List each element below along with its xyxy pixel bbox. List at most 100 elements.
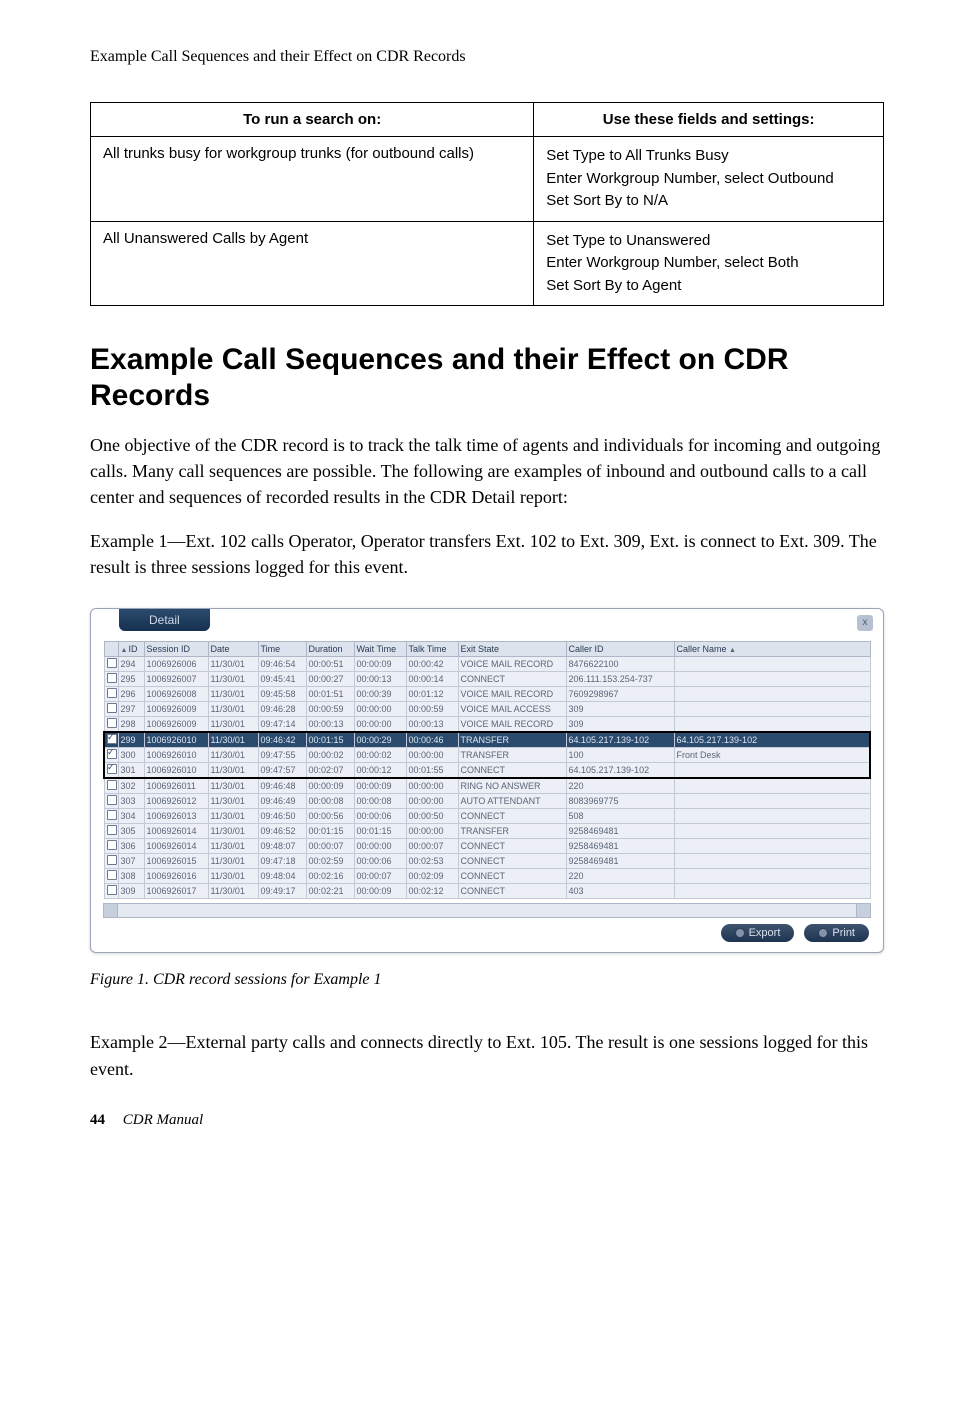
grid-header-row: ▲ID Session ID Date Time Duration Wait T…	[104, 642, 870, 657]
cell-caller-id: 64.105.217.139-102	[566, 763, 674, 779]
cell-time: 09:46:50	[258, 809, 306, 824]
scroll-right-icon[interactable]	[856, 904, 870, 917]
col-duration[interactable]: Duration	[306, 642, 354, 657]
checkbox-icon	[107, 718, 117, 728]
table-row[interactable]: 305100692601411/30/0109:46:5200:01:1500:…	[104, 824, 870, 839]
scroll-track[interactable]	[118, 904, 856, 917]
export-button[interactable]: Export	[721, 924, 795, 942]
row-checkbox[interactable]	[104, 778, 118, 794]
search-table: To run a search on: Use these fields and…	[90, 102, 884, 306]
horizontal-scrollbar[interactable]	[103, 903, 871, 918]
checkbox-icon	[107, 795, 117, 805]
row-checkbox[interactable]	[104, 748, 118, 763]
row-checkbox[interactable]	[104, 869, 118, 884]
cell-session-id: 1006926014	[144, 824, 208, 839]
table-row[interactable]: 306100692601411/30/0109:48:0700:00:0700:…	[104, 839, 870, 854]
cell-date: 11/30/01	[208, 884, 258, 899]
col-exit-state[interactable]: Exit State	[458, 642, 566, 657]
search-left: All Unanswered Calls by Agent	[91, 221, 534, 306]
checkbox-icon	[107, 688, 117, 698]
search-left: All trunks busy for workgroup trunks (fo…	[91, 137, 534, 222]
cell-duration: 00:02:07	[306, 763, 354, 779]
close-icon[interactable]: x	[857, 615, 873, 631]
cell-exit-state: VOICE MAIL RECORD	[458, 717, 566, 733]
table-row[interactable]: 294100692600611/30/0109:46:5400:00:5100:…	[104, 657, 870, 672]
row-checkbox[interactable]	[104, 824, 118, 839]
table-row[interactable]: 297100692600911/30/0109:46:2800:00:5900:…	[104, 702, 870, 717]
table-row[interactable]: 295100692600711/30/0109:45:4100:00:2700:…	[104, 672, 870, 687]
row-checkbox[interactable]	[104, 794, 118, 809]
col-talk-time[interactable]: Talk Time	[406, 642, 458, 657]
cell-time: 09:45:58	[258, 687, 306, 702]
row-checkbox[interactable]	[104, 839, 118, 854]
row-checkbox[interactable]	[104, 717, 118, 733]
table-row[interactable]: 307100692601511/30/0109:47:1800:02:5900:…	[104, 854, 870, 869]
scroll-left-icon[interactable]	[104, 904, 118, 917]
table-row[interactable]: 298100692600911/30/0109:47:1400:00:1300:…	[104, 717, 870, 733]
cell-duration: 00:00:08	[306, 794, 354, 809]
cell-time: 09:48:07	[258, 839, 306, 854]
row-checkbox[interactable]	[104, 884, 118, 899]
cell-session-id: 1006926015	[144, 854, 208, 869]
cell-caller-id: 9258469481	[566, 854, 674, 869]
cell-caller-id: 100	[566, 748, 674, 763]
table-row[interactable]: 309100692601711/30/0109:49:1700:02:2100:…	[104, 884, 870, 899]
row-checkbox[interactable]	[104, 732, 118, 748]
col-id[interactable]: ▲ID	[118, 642, 144, 657]
row-checkbox[interactable]	[104, 854, 118, 869]
table-row[interactable]: 308100692601611/30/0109:48:0400:02:1600:…	[104, 869, 870, 884]
checkbox-icon	[107, 840, 117, 850]
table-row[interactable]: 301100692601011/30/0109:47:5700:02:0700:…	[104, 763, 870, 779]
row-checkbox[interactable]	[104, 763, 118, 779]
col-session-id[interactable]: Session ID	[144, 642, 208, 657]
col-time[interactable]: Time	[258, 642, 306, 657]
row-checkbox[interactable]	[104, 687, 118, 702]
table-row[interactable]: 304100692601311/30/0109:46:5000:00:5600:…	[104, 809, 870, 824]
table-row[interactable]: 296100692600811/30/0109:45:5800:01:5100:…	[104, 687, 870, 702]
cell-date: 11/30/01	[208, 809, 258, 824]
table-row[interactable]: 302100692601111/30/0109:46:4800:00:0900:…	[104, 778, 870, 794]
cell-time: 09:45:41	[258, 672, 306, 687]
cell-caller-id: 64.105.217.139-102	[566, 732, 674, 748]
cell-time: 09:48:04	[258, 869, 306, 884]
cell-date: 11/30/01	[208, 854, 258, 869]
row-checkbox[interactable]	[104, 702, 118, 717]
col-checkbox[interactable]	[104, 642, 118, 657]
cell-caller-id: 9258469481	[566, 824, 674, 839]
cell-id: 295	[118, 672, 144, 687]
cell-wait-time: 00:00:00	[354, 702, 406, 717]
table-row[interactable]: 299100692601011/30/0109:46:4200:01:1500:…	[104, 732, 870, 748]
cell-session-id: 1006926016	[144, 869, 208, 884]
row-checkbox[interactable]	[104, 672, 118, 687]
cell-wait-time: 00:00:09	[354, 778, 406, 794]
print-button[interactable]: Print	[804, 924, 869, 942]
col-caller-id[interactable]: Caller ID	[566, 642, 674, 657]
cell-date: 11/30/01	[208, 763, 258, 779]
cell-date: 11/30/01	[208, 702, 258, 717]
checkbox-icon	[107, 870, 117, 880]
cell-id: 309	[118, 884, 144, 899]
col-caller-name[interactable]: Caller Name ▲	[674, 642, 870, 657]
table-row[interactable]: 303100692601211/30/0109:46:4900:00:0800:…	[104, 794, 870, 809]
sort-asc-icon: ▲	[121, 647, 129, 654]
detail-tab[interactable]: Detail	[119, 609, 210, 631]
col-wait-time[interactable]: Wait Time	[354, 642, 406, 657]
cell-date: 11/30/01	[208, 732, 258, 748]
row-checkbox[interactable]	[104, 657, 118, 672]
col-date[interactable]: Date	[208, 642, 258, 657]
detail-grid-container: ▲ID Session ID Date Time Duration Wait T…	[103, 641, 871, 899]
cell-caller-name	[674, 657, 870, 672]
cell-date: 11/30/01	[208, 824, 258, 839]
cell-duration: 00:00:59	[306, 702, 354, 717]
cell-exit-state: CONNECT	[458, 884, 566, 899]
cell-duration: 00:01:15	[306, 824, 354, 839]
checkbox-icon	[107, 810, 117, 820]
row-checkbox[interactable]	[104, 809, 118, 824]
cell-session-id: 1006926006	[144, 657, 208, 672]
checkbox-icon	[107, 885, 117, 895]
checkbox-icon	[107, 658, 117, 668]
cell-id: 304	[118, 809, 144, 824]
table-row[interactable]: 300100692601011/30/0109:47:5500:00:0200:…	[104, 748, 870, 763]
cell-exit-state: AUTO ATTENDANT	[458, 794, 566, 809]
cell-talk-time: 00:02:12	[406, 884, 458, 899]
